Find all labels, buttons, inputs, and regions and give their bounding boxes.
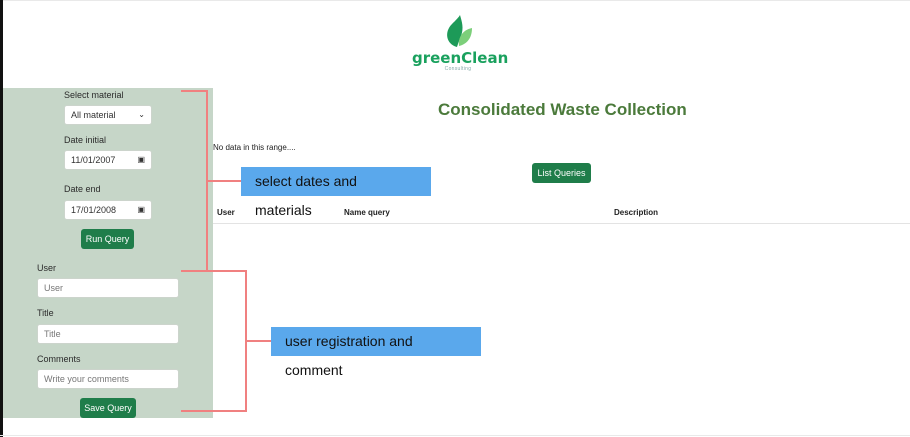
annotation-brackets [181, 90, 271, 412]
bracket-user-comment [181, 270, 247, 412]
callout-user-comment: user registration and comment [271, 327, 481, 378]
callout-dates-materials: select dates and materials [241, 167, 431, 218]
bracket-dates-materials [181, 90, 208, 272]
